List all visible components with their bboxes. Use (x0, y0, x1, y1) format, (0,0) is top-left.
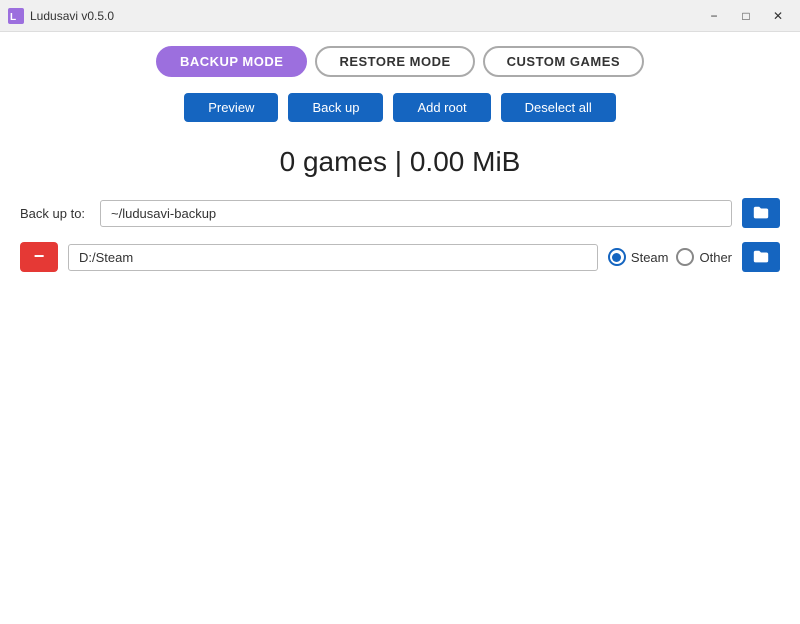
folder-icon (752, 204, 770, 222)
restore-mode-button[interactable]: RESTORE MODE (315, 46, 474, 77)
close-button[interactable]: ✕ (764, 5, 792, 27)
folder-icon (752, 248, 770, 266)
minimize-button[interactable]: − (700, 5, 728, 27)
mode-bar: BACKUP MODE RESTORE MODE CUSTOM GAMES (0, 32, 800, 87)
svg-text:L: L (10, 12, 16, 23)
preview-button[interactable]: Preview (184, 93, 278, 122)
steam-radio-circle[interactable] (608, 248, 626, 266)
title-bar-left: L Ludusavi v0.5.0 (8, 8, 114, 24)
other-radio-option[interactable]: Other (676, 248, 732, 266)
custom-games-button[interactable]: CUSTOM GAMES (483, 46, 644, 77)
steam-radio-option[interactable]: Steam (608, 248, 669, 266)
backup-browse-button[interactable] (742, 198, 780, 228)
main-content: BACKUP MODE RESTORE MODE CUSTOM GAMES Pr… (0, 32, 800, 624)
root-browse-button[interactable] (742, 242, 780, 272)
other-radio-circle[interactable] (676, 248, 694, 266)
title-bar-controls: − □ ✕ (700, 5, 792, 27)
add-root-button[interactable]: Add root (393, 93, 490, 122)
backup-label: Back up to: (20, 206, 90, 221)
backup-button[interactable]: Back up (288, 93, 383, 122)
other-radio-label: Other (699, 250, 732, 265)
games-count: 0 games | 0.00 MiB (0, 134, 800, 198)
action-bar: Preview Back up Add root Deselect all (0, 87, 800, 134)
maximize-button[interactable]: □ (732, 5, 760, 27)
minus-icon: − (34, 247, 45, 265)
steam-radio-label: Steam (631, 250, 669, 265)
title-bar: L Ludusavi v0.5.0 − □ ✕ (0, 0, 800, 32)
remove-root-button[interactable]: − (20, 242, 58, 272)
steam-radio-dot (612, 253, 621, 262)
radio-group: Steam Other (608, 248, 732, 266)
app-icon: L (8, 8, 24, 24)
backup-row: Back up to: (0, 198, 800, 242)
backup-mode-button[interactable]: BACKUP MODE (156, 46, 308, 77)
root-path-input[interactable] (68, 244, 598, 271)
app-title: Ludusavi v0.5.0 (30, 9, 114, 23)
deselect-all-button[interactable]: Deselect all (501, 93, 616, 122)
backup-path-input[interactable] (100, 200, 732, 227)
root-row: − Steam Other (0, 242, 800, 272)
